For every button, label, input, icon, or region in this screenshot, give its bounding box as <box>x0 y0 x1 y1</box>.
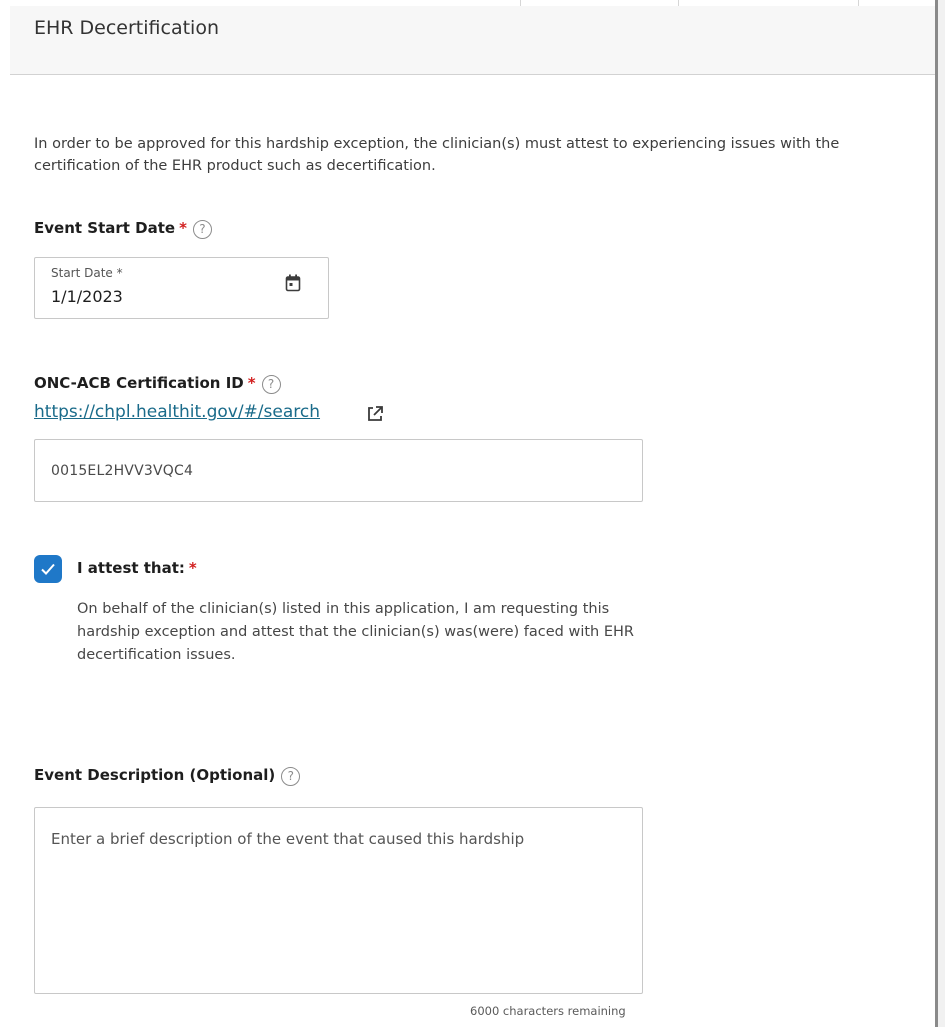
event-description-placeholder: Enter a brief description of the event t… <box>51 830 525 848</box>
section-header: EHR Decertification <box>10 6 935 75</box>
question-circle-icon[interactable]: ? <box>192 220 212 239</box>
intro-text: In order to be approved for this hardshi… <box>34 136 840 174</box>
start-date-field[interactable]: Start Date * 1/1/2023 <box>34 257 329 319</box>
start-date-field-label: Start Date * <box>51 266 123 280</box>
attest-label-text: I attest that: <box>77 559 185 577</box>
attest-label: I attest that: * <box>77 559 197 577</box>
calendar-icon[interactable] <box>285 274 301 292</box>
checkmark-icon <box>41 563 55 575</box>
external-link-icon[interactable] <box>366 405 384 423</box>
certification-id-label: ONC-ACB Certification ID *? <box>34 374 281 394</box>
required-mark: * <box>179 219 187 237</box>
question-circle-icon[interactable]: ? <box>261 375 281 394</box>
question-circle-icon[interactable]: ? <box>281 767 301 786</box>
required-mark: * <box>188 559 197 577</box>
event-description-label-text: Event Description (Optional) <box>34 766 276 784</box>
event-start-date-label-text: Event Start Date <box>34 219 176 237</box>
certification-id-label-text: ONC-ACB Certification ID <box>34 374 244 392</box>
certification-id-value[interactable]: 0015EL2HVV3VQC4 <box>51 463 193 479</box>
event-start-date-label: Event Start Date *? <box>34 219 212 239</box>
characters-remaining: 6000 characters remaining <box>470 1004 626 1018</box>
section-title: EHR Decertification <box>34 17 219 39</box>
certification-id-input[interactable]: 0015EL2HVV3VQC4 <box>34 439 643 502</box>
chpl-search-link[interactable]: https://chpl.healthit.gov/#/search <box>34 402 320 422</box>
event-description-textarea[interactable]: Enter a brief description of the event t… <box>34 807 643 994</box>
required-mark: * <box>247 374 256 392</box>
start-date-value[interactable]: 1/1/2023 <box>51 287 123 306</box>
attest-statement: On behalf of the clinician(s) listed in … <box>77 601 634 663</box>
attest-checkbox[interactable] <box>34 555 62 583</box>
panel-right-gutter <box>938 0 945 1027</box>
event-description-label: Event Description (Optional)? <box>34 766 301 786</box>
